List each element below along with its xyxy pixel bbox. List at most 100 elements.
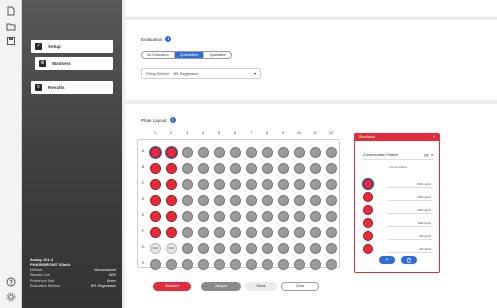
well-E9[interactable] [278, 211, 289, 222]
well-A5[interactable] [214, 147, 225, 158]
plate-row-header[interactable]: H [140, 261, 146, 265]
well-H5[interactable] [214, 259, 225, 270]
well-G3[interactable] [182, 243, 193, 254]
well-F1[interactable] [150, 227, 161, 238]
well-B1[interactable] [150, 163, 161, 174]
standard-concentration-input[interactable]: 200 ng/ml [387, 207, 433, 214]
well-B5[interactable] [214, 163, 225, 174]
plate-row-header[interactable]: E [140, 213, 146, 217]
well-H9[interactable] [278, 259, 289, 270]
well-B9[interactable] [278, 163, 289, 174]
well-D2[interactable] [166, 195, 177, 206]
save-icon[interactable] [6, 36, 16, 46]
sidebar-item-results[interactable]: ≡ Results [31, 81, 113, 94]
well-G12[interactable] [326, 243, 337, 254]
well-D12[interactable] [326, 195, 337, 206]
mode-quantitative[interactable]: Quantitative [174, 52, 205, 58]
standard-row[interactable]: 400 ng/ml [363, 192, 433, 202]
well-E10[interactable] [294, 211, 305, 222]
clear-button[interactable]: Clear [281, 282, 319, 291]
well-G5[interactable] [214, 243, 225, 254]
standard-row[interactable]: 100 ng/ml [363, 218, 433, 228]
well-H2[interactable] [166, 259, 177, 270]
well-C2[interactable] [166, 179, 177, 190]
info-icon[interactable]: i [165, 36, 172, 42]
well-G6[interactable] [230, 243, 241, 254]
blank-button[interactable]: Blank [245, 282, 277, 291]
well-A6[interactable] [230, 147, 241, 158]
well-A2[interactable] [166, 147, 177, 158]
well-F8[interactable] [262, 227, 273, 238]
well-A7[interactable] [246, 147, 257, 158]
mode-qualitative[interactable]: Qualitative [204, 52, 231, 58]
plate-column-header[interactable]: 5 [212, 131, 226, 135]
well-C7[interactable] [246, 179, 257, 190]
mode-no-evaluation[interactable]: No Evaluation [142, 52, 175, 58]
close-icon[interactable]: × [433, 134, 435, 141]
well-D11[interactable] [310, 195, 321, 206]
standard-concentration-input[interactable]: 100 ng/ml [387, 220, 433, 227]
well-B6[interactable] [230, 163, 241, 174]
standard-color-dot[interactable] [363, 192, 373, 202]
well-B12[interactable] [326, 163, 337, 174]
well-B2[interactable] [166, 163, 177, 174]
standard-concentration-input[interactable]: 25 ng/ml [387, 246, 433, 253]
plate-row-header[interactable]: D [140, 197, 146, 201]
well-F10[interactable] [294, 227, 305, 238]
plate-column-header[interactable]: 6 [228, 131, 242, 135]
well-E1[interactable] [150, 211, 161, 222]
well-C10[interactable] [294, 179, 305, 190]
standard-row[interactable]: 25 ng/ml [363, 244, 433, 254]
well-B3[interactable] [182, 163, 193, 174]
well-B7[interactable] [246, 163, 257, 174]
well-F4[interactable] [198, 227, 209, 238]
well-D6[interactable] [230, 195, 241, 206]
well-G10[interactable] [294, 243, 305, 254]
well-E7[interactable] [246, 211, 257, 222]
well-A1[interactable] [150, 147, 161, 158]
plate-column-header[interactable]: 1 [148, 131, 162, 135]
plate-column-header[interactable]: 8 [260, 131, 274, 135]
well-F11[interactable] [310, 227, 321, 238]
standard-color-dot[interactable] [363, 244, 373, 254]
well-E8[interactable] [262, 211, 273, 222]
well-F7[interactable] [246, 227, 257, 238]
well-C9[interactable] [278, 179, 289, 190]
well-H7[interactable] [246, 259, 257, 270]
settings-icon[interactable] [6, 292, 16, 302]
well-D9[interactable] [278, 195, 289, 206]
help-icon[interactable] [6, 277, 16, 287]
well-D4[interactable] [198, 195, 209, 206]
standard-row[interactable]: 800 ng/ml [363, 179, 433, 189]
plate-row-header[interactable]: C [140, 181, 146, 185]
plate-column-header[interactable]: 12 [324, 131, 338, 135]
well-A3[interactable] [182, 147, 193, 158]
well-G7[interactable] [246, 243, 257, 254]
well-H10[interactable] [294, 259, 305, 270]
well-B10[interactable] [294, 163, 305, 174]
standard-row[interactable]: 200 ng/ml [363, 205, 433, 215]
well-A4[interactable] [198, 147, 209, 158]
sidebar-item-setup[interactable]: ✓ Setup [31, 40, 113, 53]
well-A8[interactable] [262, 147, 273, 158]
well-E4[interactable] [198, 211, 209, 222]
plate-row-header[interactable]: G [140, 245, 146, 249]
well-D10[interactable] [294, 195, 305, 206]
well-F2[interactable] [166, 227, 177, 238]
well-H6[interactable] [230, 259, 241, 270]
standard-concentration-input[interactable]: 800 ng/ml [387, 181, 433, 188]
standard-color-dot[interactable] [363, 231, 373, 241]
well-B11[interactable] [310, 163, 321, 174]
document-icon[interactable] [6, 6, 16, 16]
plate-column-header[interactable]: 2 [164, 131, 178, 135]
add-standard-button[interactable]: + [379, 256, 395, 264]
well-C5[interactable] [214, 179, 225, 190]
sidebar-item-washers[interactable]: ⚙ Washers [35, 57, 113, 70]
well-G2[interactable]: BLK [166, 243, 177, 254]
plate-column-header[interactable]: 9 [276, 131, 290, 135]
plate-column-header[interactable]: 10 [292, 131, 306, 135]
plate-column-header[interactable]: 3 [180, 131, 194, 135]
well-D1[interactable] [150, 195, 161, 206]
well-C8[interactable] [262, 179, 273, 190]
well-E2[interactable] [166, 211, 177, 222]
